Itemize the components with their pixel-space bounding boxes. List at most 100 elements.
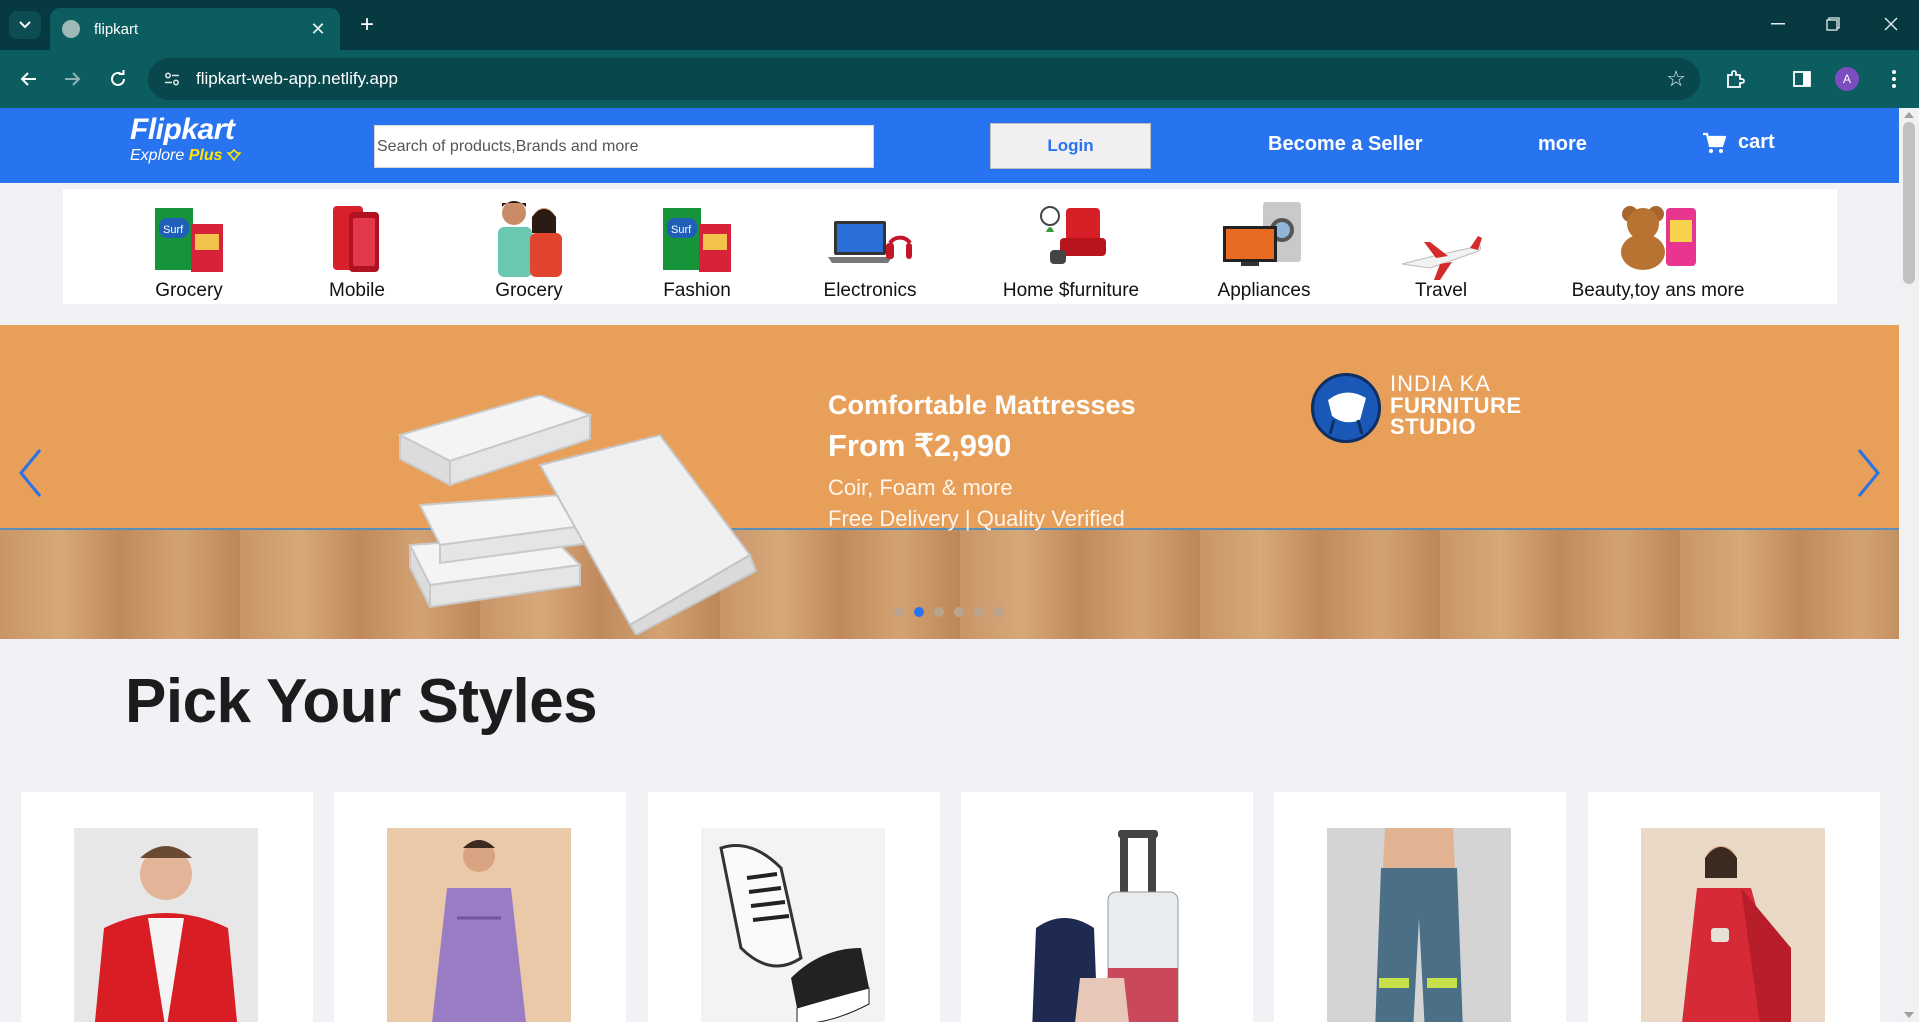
restore-button[interactable] (1808, 8, 1858, 40)
flipkart-logo[interactable]: Flipkart Explore Plus (130, 114, 260, 166)
arrow-right-icon (65, 72, 81, 86)
reload-icon (111, 70, 125, 86)
banner-headline: Comfortable Mattresses (828, 390, 1136, 420)
furniture-studio-logo-icon (1311, 373, 1381, 443)
banner-price: From ₹2,990 (828, 428, 1012, 463)
carousel-dots (894, 607, 1004, 617)
grocery-pack-icon: Surf (155, 208, 223, 272)
url-text[interactable]: flipkart-web-app.netlify.app (196, 69, 398, 89)
close-icon (1884, 17, 1898, 31)
close-tab-icon[interactable]: ✕ (308, 19, 328, 40)
category-label: Appliances (1217, 280, 1311, 301)
carousel-dot[interactable] (894, 607, 904, 617)
category-item-home-furniture[interactable]: Home $furniture (996, 189, 1146, 304)
carousel-dot[interactable] (954, 607, 964, 617)
furniture-chair-icon (1040, 206, 1106, 264)
category-item-appliances[interactable]: Appliances (1209, 189, 1319, 304)
category-label: Home $furniture (1002, 280, 1140, 301)
carousel-prev-button[interactable] (10, 443, 50, 503)
style-card-jacket[interactable] (21, 792, 313, 1022)
browser-tab-bar: flipkart ✕ + (0, 0, 1919, 50)
tune-icon[interactable] (162, 69, 182, 89)
category-strip: Surf Grocery Mobile Grocery Surf Fashion (63, 189, 1837, 304)
style-card-trackpants[interactable] (1274, 792, 1566, 1022)
new-tab-button[interactable]: + (352, 10, 382, 40)
restore-icon (1826, 17, 1840, 31)
product-image-sneakers (701, 828, 885, 1022)
tab-title: flipkart (94, 20, 139, 38)
section-title-pick-styles: Pick Your Styles (125, 667, 598, 736)
puzzle-icon (1727, 70, 1745, 88)
page-scrollbar[interactable] (1899, 108, 1919, 1022)
chevron-down-icon (19, 21, 31, 29)
carousel-dot[interactable] (974, 607, 984, 617)
category-item-mobile[interactable]: Mobile (317, 189, 397, 304)
minimize-button[interactable] (1753, 8, 1803, 40)
plus-star-icon (226, 148, 242, 162)
category-label: Grocery (155, 280, 223, 301)
category-label: Travel (1414, 280, 1468, 301)
address-bar[interactable]: flipkart-web-app.netlify.app ☆ (148, 58, 1700, 100)
cart-icon (1703, 132, 1726, 153)
cart-link[interactable]: cart (1702, 131, 1775, 154)
style-card-saree[interactable] (1588, 792, 1880, 1022)
banner-subtitle-1: Coir, Foam & more (828, 475, 1013, 500)
extensions-button[interactable] (1720, 64, 1750, 94)
tab-list-button[interactable] (9, 11, 41, 39)
kebab-menu-icon (1892, 70, 1896, 88)
browser-toolbar: flipkart-web-app.netlify.app ☆ A (0, 50, 1919, 108)
browser-tab[interactable]: flipkart ✕ (50, 8, 340, 50)
category-item-grocery-2[interactable]: Grocery (479, 189, 579, 304)
category-item-travel[interactable]: Travel (1396, 189, 1486, 304)
side-panel-button[interactable] (1787, 64, 1817, 94)
mattress-stack-image (397, 395, 758, 635)
category-label: Fashion (663, 280, 731, 301)
category-label: Electronics (823, 280, 917, 301)
product-image-trackpants (1327, 828, 1511, 1022)
category-label: Grocery (495, 280, 563, 301)
minimize-icon (1771, 23, 1785, 25)
forward-button[interactable] (58, 64, 88, 94)
laptop-headphones-icon (828, 221, 912, 263)
arrow-left-icon (20, 72, 36, 86)
browser-menu-button[interactable] (1879, 64, 1909, 94)
mobile-phone-icon (333, 206, 379, 272)
product-image-saree (1641, 828, 1825, 1022)
scrollbar-thumb[interactable] (1903, 122, 1915, 284)
style-card-luggage[interactable] (961, 792, 1253, 1022)
product-image-luggage (1014, 828, 1198, 1022)
cart-label: cart (1738, 131, 1775, 153)
style-card-sneakers[interactable] (648, 792, 940, 1022)
scroll-down-icon[interactable] (1904, 1012, 1914, 1018)
banner-subtitle-2: Free Delivery | Quality Verified (828, 506, 1125, 531)
svg-text:Surf: Surf (163, 224, 184, 236)
hero-banner-carousel[interactable]: Comfortable Mattresses From ₹2,990 Coir,… (0, 325, 1899, 639)
category-item-grocery[interactable]: Surf Grocery (139, 189, 239, 304)
product-image-jacket (74, 828, 258, 1022)
carousel-dot[interactable] (934, 607, 944, 617)
category-label: Mobile (329, 280, 385, 301)
style-card-kurta[interactable] (334, 792, 626, 1022)
search-input[interactable] (374, 125, 874, 168)
category-item-electronics[interactable]: Electronics (815, 189, 925, 304)
reload-button[interactable] (103, 64, 133, 94)
category-item-fashion[interactable]: Surf Fashion (657, 189, 737, 304)
login-button[interactable]: Login (990, 123, 1151, 169)
plus-icon: + (359, 11, 374, 38)
back-button[interactable] (13, 64, 43, 94)
studio-line-3: STUDIO (1390, 414, 1477, 439)
star-icon[interactable]: ☆ (1666, 66, 1686, 92)
category-item-beauty-toys[interactable]: Beauty,toy ans more (1563, 189, 1753, 304)
profile-avatar[interactable]: A (1835, 67, 1859, 91)
banner-floor (0, 530, 1899, 639)
more-link[interactable]: more (1538, 133, 1587, 156)
close-window-button[interactable] (1866, 8, 1916, 40)
carousel-next-button[interactable] (1849, 443, 1889, 503)
chevron-left-icon (19, 449, 42, 497)
carousel-dot-active[interactable] (914, 607, 924, 617)
scroll-up-icon[interactable] (1904, 112, 1914, 118)
become-seller-link[interactable]: Become a Seller (1268, 133, 1423, 156)
side-panel-icon (1793, 71, 1811, 87)
carousel-dot[interactable] (994, 607, 1004, 617)
svg-text:Surf: Surf (671, 224, 692, 236)
